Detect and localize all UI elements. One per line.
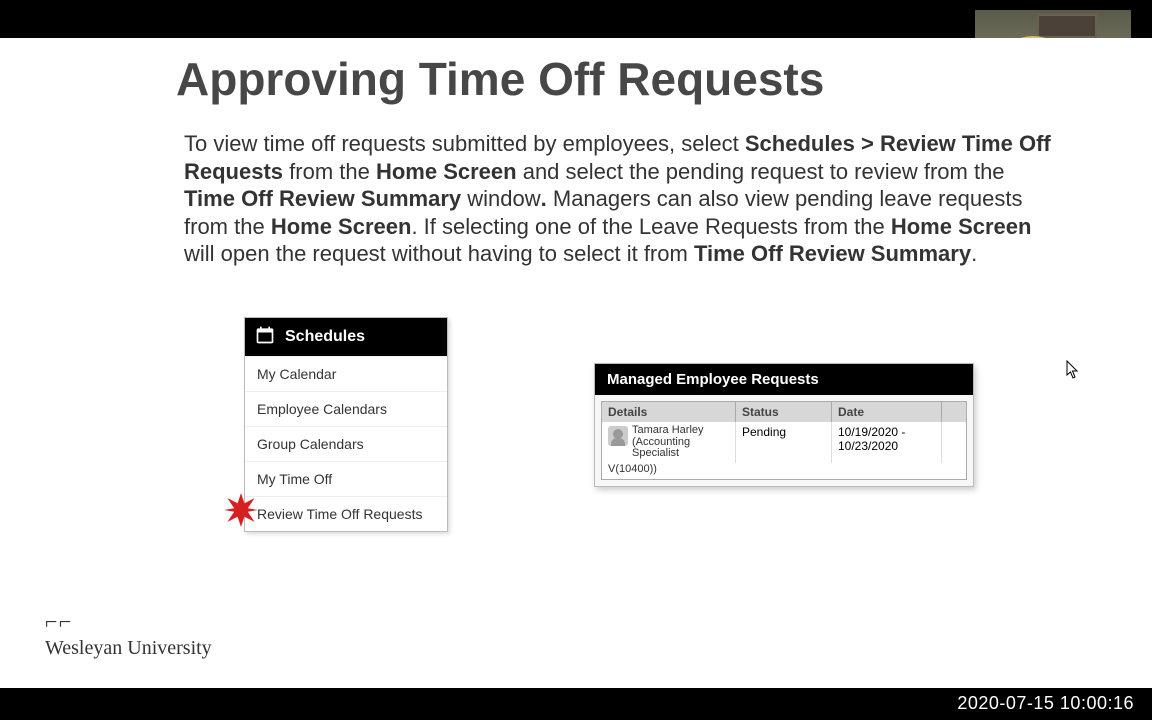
body-text: To view time off requests submitted by e…	[184, 131, 745, 156]
mer-employee-role: (Accounting Specialist	[632, 437, 729, 460]
video-timestamp: 2020-07-15 10:00:16	[957, 693, 1134, 714]
mer-col-details: Details	[602, 402, 736, 422]
body-bold: Home Screen	[271, 214, 412, 239]
slide-title: Approving Time Off Requests	[176, 52, 824, 106]
logo-mark: ⌐ ⌐	[45, 616, 245, 627]
body-bold: Home Screen	[891, 214, 1032, 239]
mer-col-date: Date	[832, 402, 942, 422]
mer-col-status: Status	[736, 402, 832, 422]
mer-status: Pending	[736, 422, 832, 463]
body-text: from the	[283, 159, 376, 184]
schedules-header-label: Schedules	[285, 328, 365, 346]
mer-col-blank	[942, 402, 966, 422]
mer-row-tail: V(10400))	[602, 463, 966, 479]
managed-employee-requests-panel: Managed Employee Requests Details Status…	[594, 363, 974, 487]
logo-text: Wesleyan University	[45, 637, 245, 660]
menu-item-group-calendars[interactable]: Group Calendars	[245, 426, 447, 461]
body-text: will open the request without having to …	[184, 241, 694, 266]
menu-item-review-time-off-requests[interactable]: Review Time Off Requests	[245, 496, 447, 531]
mer-table-header-row: Details Status Date	[602, 402, 966, 422]
schedules-menu: Schedules My Calendar Employee Calendars…	[244, 317, 448, 532]
body-text: window	[461, 186, 540, 211]
calendar-icon	[255, 325, 275, 350]
body-text: .	[971, 241, 977, 266]
slide-body: To view time off requests submitted by e…	[184, 130, 1054, 268]
mer-date: 10/19/2020 - 10/23/2020	[832, 422, 942, 463]
mer-header: Managed Employee Requests	[595, 364, 973, 395]
wesleyan-logo: ⌐ ⌐ Wesleyan University	[45, 616, 245, 660]
schedules-header: Schedules	[245, 318, 447, 356]
body-bold: Time Off Review Summary	[184, 186, 461, 211]
body-text: and select the pending request to review…	[517, 159, 1005, 184]
avatar-icon	[608, 426, 628, 446]
mer-table-row[interactable]: Tamara Harley (Accounting Specialist Pen…	[602, 422, 966, 463]
menu-item-my-time-off[interactable]: My Time Off	[245, 461, 447, 496]
slide-content: Approving Time Off Requests To view time…	[0, 38, 1152, 688]
menu-item-employee-calendars[interactable]: Employee Calendars	[245, 391, 447, 426]
mouse-cursor-icon	[1066, 360, 1080, 380]
body-bold: Time Off Review Summary	[694, 241, 971, 266]
body-bold: Home Screen	[376, 159, 517, 184]
mer-employee-name: Tamara Harley	[632, 425, 729, 437]
menu-item-my-calendar[interactable]: My Calendar	[245, 356, 447, 391]
mer-table: Details Status Date Tamara Harley (Accou…	[601, 401, 967, 480]
body-text: . If selecting one of the Leave Requests…	[411, 214, 890, 239]
video-bottom-letterbox: 2020-07-15 10:00:16	[0, 688, 1152, 720]
